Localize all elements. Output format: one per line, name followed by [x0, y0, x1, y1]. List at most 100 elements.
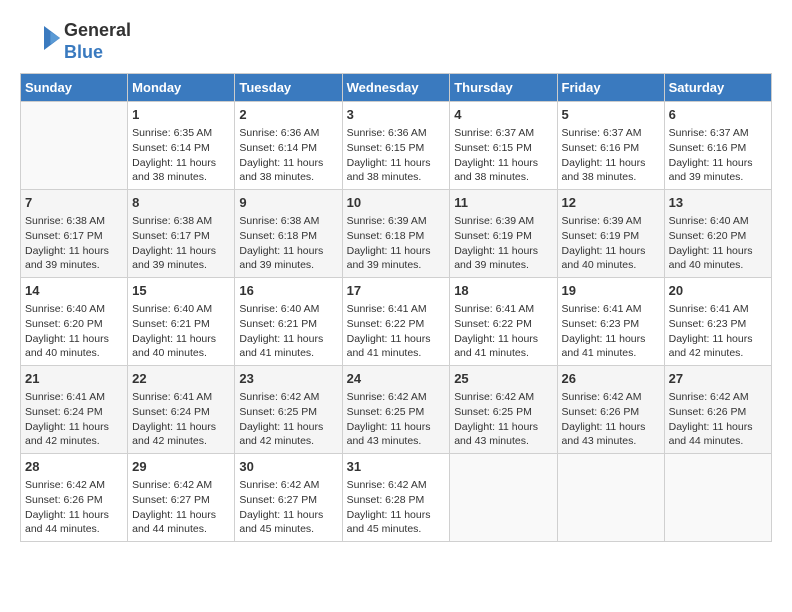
day-number: 6 [669, 106, 767, 124]
calendar-week-row: 28 Sunrise: 6:42 AM Sunset: 6:26 PM Dayli… [21, 453, 772, 541]
day-info: Sunrise: 6:38 AM Sunset: 6:18 PM Dayligh… [239, 214, 337, 273]
day-info: Sunrise: 6:42 AM Sunset: 6:26 PM Dayligh… [562, 390, 660, 449]
logo-icon [20, 22, 60, 62]
calendar-week-row: 7Sunrise: 6:38 AM Sunset: 6:17 PM Daylig… [21, 190, 772, 278]
day-number: 24 [347, 370, 446, 388]
day-info: Sunrise: 6:38 AM Sunset: 6:17 PM Dayligh… [25, 214, 123, 273]
day-info: Sunrise: 6:37 AM Sunset: 6:16 PM Dayligh… [669, 126, 767, 185]
calendar-cell: 23Sunrise: 6:42 AM Sunset: 6:25 PM Dayli… [235, 366, 342, 454]
day-info: Sunrise: 6:36 AM Sunset: 6:15 PM Dayligh… [347, 126, 446, 185]
calendar-cell: 13 Sunrise: 6:40 AM Sunset: 6:20 PM Dayli… [664, 190, 771, 278]
page-header: General Blue [20, 20, 772, 63]
calendar-cell: 28 Sunrise: 6:42 AM Sunset: 6:26 PM Dayli… [21, 453, 128, 541]
day-number: 29 [132, 458, 230, 476]
day-info: Sunrise: 6:39 AM Sunset: 6:19 PM Dayligh… [454, 214, 552, 273]
day-info: Sunrise: 6:40 AM Sunset: 6:20 PM Dayligh… [25, 302, 123, 361]
day-info: Sunrise: 6:38 AM Sunset: 6:17 PM Dayligh… [132, 214, 230, 273]
calendar-cell: 16 Sunrise: 6:40 AM Sunset: 6:21 PM Dayli… [235, 278, 342, 366]
calendar-cell: 18 Sunrise: 6:41 AM Sunset: 6:22 PM Dayli… [450, 278, 557, 366]
day-info: Sunrise: 6:41 AM Sunset: 6:23 PM Dayligh… [562, 302, 660, 361]
day-number: 2 [239, 106, 337, 124]
calendar-cell: 14 Sunrise: 6:40 AM Sunset: 6:20 PM Dayli… [21, 278, 128, 366]
weekday-header-tuesday: Tuesday [235, 74, 342, 102]
day-info: Sunrise: 6:41 AM Sunset: 6:22 PM Dayligh… [347, 302, 446, 361]
logo: General Blue [20, 20, 131, 63]
logo-text: General Blue [64, 20, 131, 63]
weekday-header-wednesday: Wednesday [342, 74, 450, 102]
day-info: Sunrise: 6:41 AM Sunset: 6:23 PM Dayligh… [669, 302, 767, 361]
day-number: 14 [25, 282, 123, 300]
calendar-cell: 11 Sunrise: 6:39 AM Sunset: 6:19 PM Dayli… [450, 190, 557, 278]
day-number: 22 [132, 370, 230, 388]
day-info: Sunrise: 6:42 AM Sunset: 6:27 PM Dayligh… [239, 478, 337, 537]
day-info: Sunrise: 6:39 AM Sunset: 6:19 PM Dayligh… [562, 214, 660, 273]
day-number: 31 [347, 458, 446, 476]
day-info: Sunrise: 6:40 AM Sunset: 6:21 PM Dayligh… [239, 302, 337, 361]
day-number: 25 [454, 370, 552, 388]
calendar-cell: 29 Sunrise: 6:42 AM Sunset: 6:27 PM Dayli… [128, 453, 235, 541]
day-info: Sunrise: 6:42 AM Sunset: 6:26 PM Dayligh… [25, 478, 123, 537]
day-number: 5 [562, 106, 660, 124]
day-number: 16 [239, 282, 337, 300]
calendar-cell: 6 Sunrise: 6:37 AM Sunset: 6:16 PM Daylig… [664, 102, 771, 190]
day-number: 8 [132, 194, 230, 212]
calendar-body: 1 Sunrise: 6:35 AM Sunset: 6:14 PM Daylig… [21, 102, 772, 542]
weekday-header-friday: Friday [557, 74, 664, 102]
day-number: 3 [347, 106, 446, 124]
day-number: 27 [669, 370, 767, 388]
day-info: Sunrise: 6:35 AM Sunset: 6:14 PM Dayligh… [132, 126, 230, 185]
day-info: Sunrise: 6:42 AM Sunset: 6:27 PM Dayligh… [132, 478, 230, 537]
day-number: 20 [669, 282, 767, 300]
day-number: 10 [347, 194, 446, 212]
weekday-header-sunday: Sunday [21, 74, 128, 102]
day-info: Sunrise: 6:39 AM Sunset: 6:18 PM Dayligh… [347, 214, 446, 273]
day-number: 21 [25, 370, 123, 388]
calendar-cell: 7Sunrise: 6:38 AM Sunset: 6:17 PM Daylig… [21, 190, 128, 278]
day-number: 1 [132, 106, 230, 124]
day-info: Sunrise: 6:42 AM Sunset: 6:25 PM Dayligh… [454, 390, 552, 449]
day-number: 13 [669, 194, 767, 212]
day-info: Sunrise: 6:42 AM Sunset: 6:26 PM Dayligh… [669, 390, 767, 449]
day-number: 28 [25, 458, 123, 476]
calendar-cell: 2 Sunrise: 6:36 AM Sunset: 6:14 PM Daylig… [235, 102, 342, 190]
day-info: Sunrise: 6:37 AM Sunset: 6:15 PM Dayligh… [454, 126, 552, 185]
weekday-header-saturday: Saturday [664, 74, 771, 102]
calendar-cell: 5Sunrise: 6:37 AM Sunset: 6:16 PM Daylig… [557, 102, 664, 190]
calendar-cell: 24 Sunrise: 6:42 AM Sunset: 6:25 PM Dayli… [342, 366, 450, 454]
calendar-cell: 25 Sunrise: 6:42 AM Sunset: 6:25 PM Dayli… [450, 366, 557, 454]
calendar-cell: 3 Sunrise: 6:36 AM Sunset: 6:15 PM Daylig… [342, 102, 450, 190]
calendar-cell: 27 Sunrise: 6:42 AM Sunset: 6:26 PM Dayli… [664, 366, 771, 454]
day-number: 19 [562, 282, 660, 300]
weekday-header-row: SundayMondayTuesdayWednesdayThursdayFrid… [21, 74, 772, 102]
calendar-table: SundayMondayTuesdayWednesdayThursdayFrid… [20, 73, 772, 542]
calendar-cell: 31Sunrise: 6:42 AM Sunset: 6:28 PM Dayli… [342, 453, 450, 541]
day-info: Sunrise: 6:41 AM Sunset: 6:24 PM Dayligh… [25, 390, 123, 449]
day-info: Sunrise: 6:40 AM Sunset: 6:20 PM Dayligh… [669, 214, 767, 273]
day-number: 30 [239, 458, 337, 476]
day-info: Sunrise: 6:41 AM Sunset: 6:24 PM Dayligh… [132, 390, 230, 449]
calendar-header: SundayMondayTuesdayWednesdayThursdayFrid… [21, 74, 772, 102]
calendar-cell: 15 Sunrise: 6:40 AM Sunset: 6:21 PM Dayli… [128, 278, 235, 366]
calendar-cell: 19 Sunrise: 6:41 AM Sunset: 6:23 PM Dayli… [557, 278, 664, 366]
calendar-cell: 21 Sunrise: 6:41 AM Sunset: 6:24 PM Dayli… [21, 366, 128, 454]
calendar-cell: 30 Sunrise: 6:42 AM Sunset: 6:27 PM Dayli… [235, 453, 342, 541]
day-info: Sunrise: 6:36 AM Sunset: 6:14 PM Dayligh… [239, 126, 337, 185]
calendar-cell [664, 453, 771, 541]
calendar-week-row: 21 Sunrise: 6:41 AM Sunset: 6:24 PM Dayli… [21, 366, 772, 454]
calendar-cell [557, 453, 664, 541]
calendar-cell [21, 102, 128, 190]
day-number: 18 [454, 282, 552, 300]
day-number: 15 [132, 282, 230, 300]
day-info: Sunrise: 6:41 AM Sunset: 6:22 PM Dayligh… [454, 302, 552, 361]
day-number: 12 [562, 194, 660, 212]
calendar-cell: 1 Sunrise: 6:35 AM Sunset: 6:14 PM Daylig… [128, 102, 235, 190]
day-number: 11 [454, 194, 552, 212]
day-info: Sunrise: 6:40 AM Sunset: 6:21 PM Dayligh… [132, 302, 230, 361]
day-number: 17 [347, 282, 446, 300]
day-info: Sunrise: 6:42 AM Sunset: 6:25 PM Dayligh… [347, 390, 446, 449]
calendar-cell: 9Sunrise: 6:38 AM Sunset: 6:18 PM Daylig… [235, 190, 342, 278]
weekday-header-thursday: Thursday [450, 74, 557, 102]
weekday-header-monday: Monday [128, 74, 235, 102]
calendar-cell: 26Sunrise: 6:42 AM Sunset: 6:26 PM Dayli… [557, 366, 664, 454]
calendar-week-row: 14 Sunrise: 6:40 AM Sunset: 6:20 PM Dayli… [21, 278, 772, 366]
